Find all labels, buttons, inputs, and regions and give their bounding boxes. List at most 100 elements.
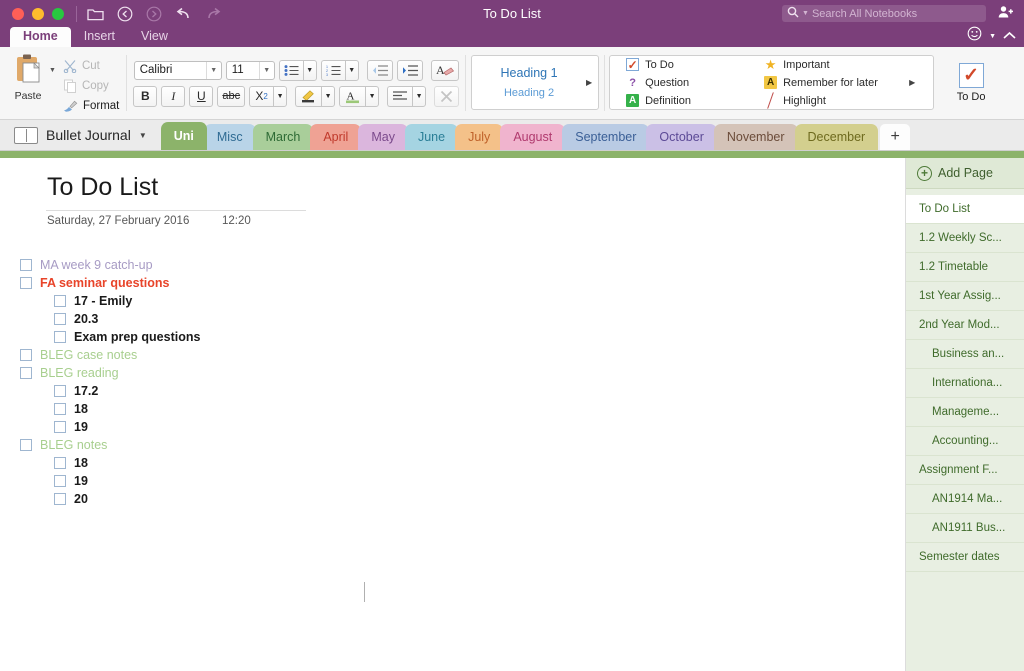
bullets-button[interactable]: [278, 59, 303, 81]
back-icon[interactable]: [117, 6, 133, 22]
task-checkbox[interactable]: [54, 421, 66, 433]
font-color-chevron-down-icon[interactable]: ▼: [365, 85, 380, 107]
ribbon-tab-home[interactable]: Home: [10, 27, 71, 47]
task-checkbox[interactable]: [54, 403, 66, 415]
add-page-button[interactable]: + Add Page: [906, 158, 1024, 189]
undo-icon[interactable]: [175, 7, 192, 21]
section-tab-may[interactable]: May: [358, 124, 408, 150]
tag-question[interactable]: ? Question: [626, 75, 764, 91]
page-list-item[interactable]: Semester dates: [906, 543, 1024, 572]
delete-button[interactable]: [434, 85, 460, 107]
close-window-button[interactable]: [12, 7, 24, 20]
tag-important[interactable]: ★ Important: [764, 57, 909, 73]
cut-button[interactable]: Cut: [63, 56, 119, 76]
increase-indent-button[interactable]: [396, 59, 423, 81]
task-checkbox[interactable]: [54, 295, 66, 307]
bullets-split-button[interactable]: ▼: [278, 59, 317, 81]
notebook-chevron-down-icon[interactable]: ▼: [139, 131, 147, 140]
folder-icon[interactable]: [87, 7, 104, 21]
section-tab-uni[interactable]: Uni: [160, 122, 207, 150]
task-checkbox[interactable]: [54, 313, 66, 325]
bullets-chevron-down-icon[interactable]: ▼: [302, 59, 317, 81]
forward-icon[interactable]: [146, 6, 162, 22]
clear-formatting-button[interactable]: A: [430, 59, 459, 81]
search-input[interactable]: [811, 7, 981, 20]
task-checkbox[interactable]: [20, 367, 32, 379]
copy-button[interactable]: Copy: [63, 76, 119, 96]
task-checkbox[interactable]: [20, 439, 32, 451]
page-list-item[interactable]: Assignment F...: [906, 456, 1024, 485]
page-list-item[interactable]: Internationa...: [906, 369, 1024, 398]
task-checkbox[interactable]: [20, 259, 32, 271]
subscript-chevron-down-icon[interactable]: ▼: [273, 85, 288, 107]
font-color-button[interactable]: A: [339, 85, 366, 107]
task-item[interactable]: 20: [20, 490, 200, 508]
tags-gallery[interactable]: ✓ To Do ? Question A Definition ★ Import…: [609, 55, 935, 110]
tag-remember-for-later[interactable]: A Remember for later: [764, 75, 909, 91]
bold-button[interactable]: B: [133, 85, 158, 107]
paste-button[interactable]: Paste: [9, 51, 47, 102]
add-section-button[interactable]: +: [880, 124, 911, 150]
numbering-split-button[interactable]: 123 ▼: [320, 59, 359, 81]
emoji-icon[interactable]: [967, 26, 982, 46]
align-chevron-down-icon[interactable]: ▼: [412, 85, 427, 107]
underline-button[interactable]: U: [189, 85, 214, 107]
page-list-item[interactable]: To Do List: [906, 195, 1024, 224]
task-item[interactable]: BLEG notes: [20, 436, 200, 454]
numbering-button[interactable]: 123: [320, 59, 345, 81]
page-list-item[interactable]: 1st Year Assig...: [906, 282, 1024, 311]
search-box[interactable]: ▼: [782, 5, 986, 22]
task-item[interactable]: Exam prep questions: [20, 328, 200, 346]
section-tab-december[interactable]: December: [794, 124, 879, 150]
task-item[interactable]: 19: [20, 472, 200, 490]
emoji-chevron-down-icon[interactable]: ▼: [989, 33, 996, 40]
note-page-canvas[interactable]: To Do List Saturday, 27 February 2016 12…: [0, 158, 906, 671]
font-size-chevron-down-icon[interactable]: ▼: [258, 61, 274, 79]
section-tab-november[interactable]: November: [713, 124, 798, 150]
search-scope-chevron-down-icon[interactable]: ▼: [802, 10, 809, 17]
page-list-item[interactable]: AN1914 Ma...: [906, 485, 1024, 514]
task-item[interactable]: 17 - Emily: [20, 292, 200, 310]
highlight-button[interactable]: [295, 85, 322, 107]
section-tab-june[interactable]: June: [404, 124, 459, 150]
todo-tag-button[interactable]: ✓ To Do: [940, 47, 1002, 119]
notebook-selector[interactable]: Bullet Journal ▼: [0, 120, 161, 150]
font-color-split-button[interactable]: A ▼: [339, 85, 380, 107]
collapse-ribbon-icon[interactable]: [1003, 27, 1016, 45]
style-heading-2[interactable]: Heading 2: [472, 87, 586, 99]
task-checkbox[interactable]: [54, 457, 66, 469]
tag-highlight[interactable]: ╱ Highlight: [764, 92, 909, 109]
section-tab-march[interactable]: March: [252, 124, 314, 150]
add-person-icon[interactable]: [998, 5, 1014, 24]
numbering-chevron-down-icon[interactable]: ▼: [344, 59, 359, 81]
task-item[interactable]: 19: [20, 418, 200, 436]
maximize-window-button[interactable]: [52, 7, 64, 20]
page-list-item[interactable]: 1.2 Weekly Sc...: [906, 224, 1024, 253]
section-tab-misc[interactable]: Misc: [203, 124, 256, 150]
tag-definition[interactable]: A Definition: [626, 93, 764, 109]
ribbon-tab-insert[interactable]: Insert: [71, 27, 128, 47]
highlight-split-button[interactable]: ▼: [295, 85, 336, 107]
task-checkbox[interactable]: [20, 349, 32, 361]
page-list-item[interactable]: Manageme...: [906, 398, 1024, 427]
page-list-item[interactable]: Business an...: [906, 340, 1024, 369]
task-item[interactable]: BLEG reading: [20, 364, 200, 382]
task-checkbox[interactable]: [20, 277, 32, 289]
page-list-item[interactable]: 1.2 Timetable: [906, 253, 1024, 282]
page-list-item[interactable]: AN1911 Bus...: [906, 514, 1024, 543]
task-item[interactable]: 20.3: [20, 310, 200, 328]
styles-gallery[interactable]: Heading 1 Heading 2 ▶: [471, 55, 600, 110]
section-tab-july[interactable]: July: [455, 124, 504, 150]
style-heading-1[interactable]: Heading 1: [472, 66, 586, 80]
task-item[interactable]: FA seminar questions: [20, 274, 200, 292]
align-button[interactable]: [387, 85, 413, 107]
font-family-chevron-down-icon[interactable]: ▼: [205, 61, 221, 79]
italic-button[interactable]: I: [161, 85, 186, 107]
subscript-button[interactable]: X2: [249, 85, 274, 107]
task-checkbox[interactable]: [54, 475, 66, 487]
font-family-combo[interactable]: Calibri ▼: [133, 60, 222, 80]
task-checkbox[interactable]: [54, 385, 66, 397]
page-list-item[interactable]: 2nd Year Mod...: [906, 311, 1024, 340]
tag-to-do[interactable]: ✓ To Do: [626, 57, 764, 73]
styles-expand-icon[interactable]: ▶: [586, 78, 598, 87]
